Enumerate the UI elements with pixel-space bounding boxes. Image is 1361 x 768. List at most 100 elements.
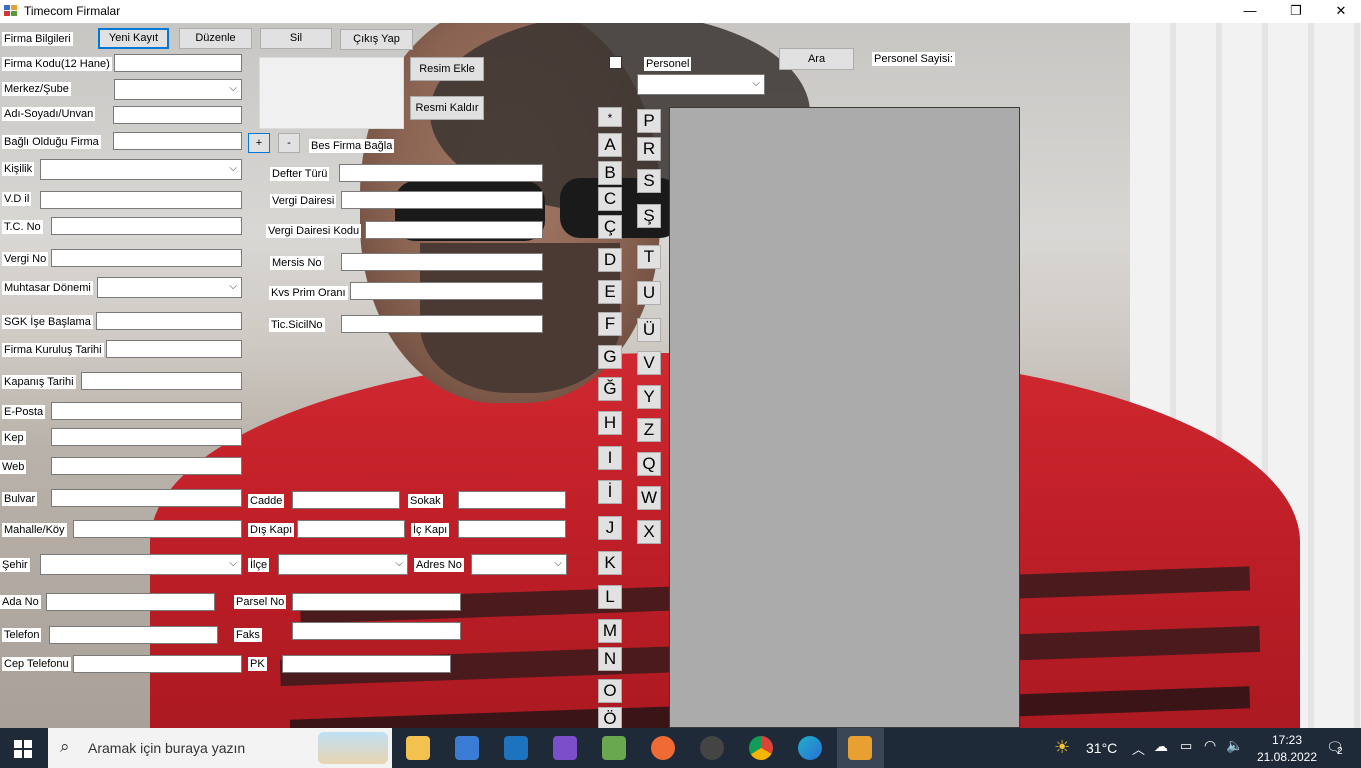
mersis-input[interactable] — [341, 253, 543, 271]
kvs-input[interactable] — [350, 282, 543, 300]
plus-button[interactable]: + — [248, 133, 270, 153]
defter-input[interactable] — [339, 164, 543, 182]
minimize-button[interactable]: — — [1227, 0, 1273, 23]
ticsicil-input[interactable] — [341, 315, 543, 333]
mail-icon[interactable] — [504, 736, 528, 760]
letter-button[interactable]: Ü — [637, 318, 661, 342]
wifi-icon[interactable]: ◠ — [1204, 737, 1216, 754]
personel-checkbox[interactable] — [609, 56, 622, 69]
pk-input[interactable] — [282, 655, 451, 673]
close-button[interactable]: ✕ — [1318, 0, 1361, 23]
letter-button[interactable]: Ğ — [598, 377, 622, 401]
active-app-tab[interactable] — [837, 728, 884, 768]
letter-button[interactable]: K — [598, 551, 622, 575]
new-record-button[interactable]: Yeni Kayıt — [98, 28, 169, 49]
taskbar-search-box[interactable]: ⌕ Aramak için buraya yazın — [48, 728, 392, 768]
letter-button[interactable]: O — [598, 679, 622, 703]
sehir-select[interactable]: ⌵ — [40, 554, 242, 575]
letter-button[interactable]: D — [598, 248, 622, 272]
edit-button[interactable]: Düzenle — [179, 28, 252, 49]
cloud-icon[interactable]: ☁ — [1154, 738, 1168, 755]
letter-button[interactable]: I — [598, 446, 622, 470]
letter-button[interactable]: M — [598, 619, 622, 643]
remove-picture-button[interactable]: Resmi Kaldır — [410, 96, 484, 120]
kapanis-input[interactable] — [81, 372, 242, 390]
kurulus-input[interactable] — [106, 340, 242, 358]
letter-button[interactable]: S — [637, 169, 661, 193]
telefon-input[interactable] — [49, 626, 218, 644]
letter-button[interactable]: Q — [637, 452, 661, 476]
visual-studio-icon[interactable] — [553, 736, 577, 760]
eposta-input[interactable] — [51, 402, 242, 420]
letter-button[interactable]: İ — [598, 480, 622, 504]
letter-button[interactable]: * — [598, 107, 622, 127]
letter-button[interactable]: J — [598, 516, 622, 540]
volume-icon[interactable]: 🔈 — [1226, 737, 1243, 754]
cadde-input[interactable] — [292, 491, 400, 509]
kep-input[interactable] — [51, 428, 242, 446]
windows-start-icon[interactable] — [14, 740, 32, 758]
letter-button[interactable]: P — [637, 109, 661, 133]
letter-button[interactable]: H — [598, 411, 622, 435]
ada-no-input[interactable] — [46, 593, 215, 611]
sql-tool-icon[interactable] — [602, 736, 626, 760]
faks-input[interactable] — [292, 622, 461, 640]
dis-kapi-input[interactable] — [297, 520, 405, 538]
vergi-no-input[interactable] — [51, 249, 242, 267]
letter-button[interactable]: Z — [637, 418, 661, 442]
letter-button[interactable]: U — [637, 281, 661, 305]
letter-button[interactable]: B — [598, 161, 622, 185]
edge-icon[interactable] — [798, 736, 822, 760]
chrome-icon[interactable] — [749, 736, 773, 760]
adres-no-select[interactable]: ⌵ — [471, 554, 567, 575]
letter-button[interactable]: Ş — [637, 204, 661, 228]
letter-button[interactable]: L — [598, 585, 622, 609]
bulvar-input[interactable] — [51, 489, 242, 507]
maximize-button[interactable]: ❐ — [1273, 0, 1319, 23]
letter-button[interactable]: A — [598, 133, 622, 157]
letter-button[interactable]: N — [598, 647, 622, 671]
postman-icon[interactable] — [651, 736, 675, 760]
vergi-dairesi-input[interactable] — [341, 191, 543, 209]
ilce-select[interactable]: ⌵ — [278, 554, 408, 575]
ic-kapi-input[interactable] — [458, 520, 566, 538]
minus-button[interactable]: - — [278, 133, 300, 153]
letter-button[interactable]: T — [637, 245, 661, 269]
letter-button[interactable]: G — [598, 345, 622, 369]
vergi-dairesi-kodu-input[interactable] — [365, 221, 543, 239]
web-input[interactable] — [51, 457, 242, 475]
letter-button[interactable]: W — [637, 486, 661, 510]
tc-no-input[interactable] — [51, 217, 242, 235]
sokak-input[interactable] — [458, 491, 566, 509]
battery-icon[interactable]: ▭ — [1180, 738, 1192, 754]
letter-button[interactable]: C — [598, 187, 622, 211]
letter-button[interactable]: Ç — [598, 215, 622, 239]
bagli-firma-input[interactable] — [113, 132, 242, 150]
letter-button[interactable]: F — [598, 312, 622, 336]
sgk-input[interactable] — [96, 312, 242, 330]
merkez-sube-select[interactable]: ⌵ — [114, 79, 242, 100]
file-explorer-icon[interactable] — [406, 736, 430, 760]
letter-button[interactable]: R — [637, 137, 661, 161]
vd-il-input[interactable] — [40, 191, 242, 209]
store-icon[interactable] — [455, 736, 479, 760]
add-picture-button[interactable]: Resim Ekle — [410, 57, 484, 81]
cep-input[interactable] — [73, 655, 242, 673]
letter-button[interactable]: Y — [637, 385, 661, 409]
letter-button[interactable]: E — [598, 280, 622, 304]
chevron-up-icon[interactable]: ︿ — [1132, 739, 1145, 758]
github-icon[interactable] — [700, 736, 724, 760]
companies-grid[interactable] — [669, 107, 1020, 728]
muhtasar-select[interactable]: ⌵ — [97, 277, 242, 298]
parsel-no-input[interactable] — [292, 593, 461, 611]
kisilik-select[interactable]: ⌵ — [40, 159, 242, 180]
clock-time[interactable]: 17:23 — [1267, 733, 1307, 747]
personel-select[interactable]: ⌵ — [637, 74, 765, 95]
mahalle-input[interactable] — [73, 520, 242, 538]
adi-soyadi-input[interactable] — [113, 106, 242, 124]
letter-button[interactable]: X — [637, 520, 661, 544]
exit-button[interactable]: Çıkış Yap — [340, 29, 413, 50]
letter-button[interactable]: V — [637, 351, 661, 375]
clock-date[interactable]: 21.08.2022 — [1252, 750, 1322, 764]
firma-kodu-input[interactable] — [114, 54, 242, 72]
